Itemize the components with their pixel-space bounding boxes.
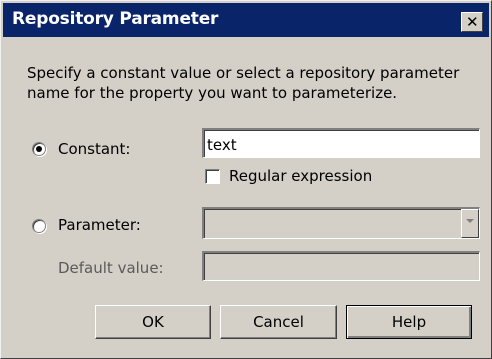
description-text: Specify a constant value or select a rep…	[27, 64, 460, 102]
default-value-input[interactable]	[202, 251, 480, 281]
ok-button[interactable]: OK	[95, 305, 211, 339]
parameter-label: Parameter:	[58, 216, 141, 234]
close-button[interactable]: ✕	[461, 12, 483, 32]
close-icon: ✕	[466, 13, 479, 31]
dialog-title: Repository Parameter	[12, 9, 219, 29]
dropdown-button[interactable]	[461, 209, 479, 238]
default-value-label: Default value:	[58, 259, 164, 277]
cancel-button[interactable]: Cancel	[220, 305, 337, 339]
regular-expression-checkbox[interactable]	[205, 169, 220, 184]
parameter-dropdown[interactable]	[202, 207, 480, 239]
repository-parameter-dialog: Repository Parameter ✕ Specify a constan…	[0, 0, 492, 359]
constant-value-text: text	[207, 136, 237, 154]
help-button[interactable]: Help	[346, 305, 472, 339]
constant-radio[interactable]	[32, 142, 46, 156]
parameter-radio[interactable]	[32, 219, 46, 233]
regular-expression-label: Regular expression	[229, 167, 373, 185]
constant-label: Constant:	[58, 140, 131, 158]
constant-value-input[interactable]: text	[202, 128, 480, 158]
title-bar[interactable]: Repository Parameter ✕	[3, 3, 489, 37]
chevron-down-icon	[466, 219, 474, 223]
radio-selected-dot	[36, 146, 42, 152]
